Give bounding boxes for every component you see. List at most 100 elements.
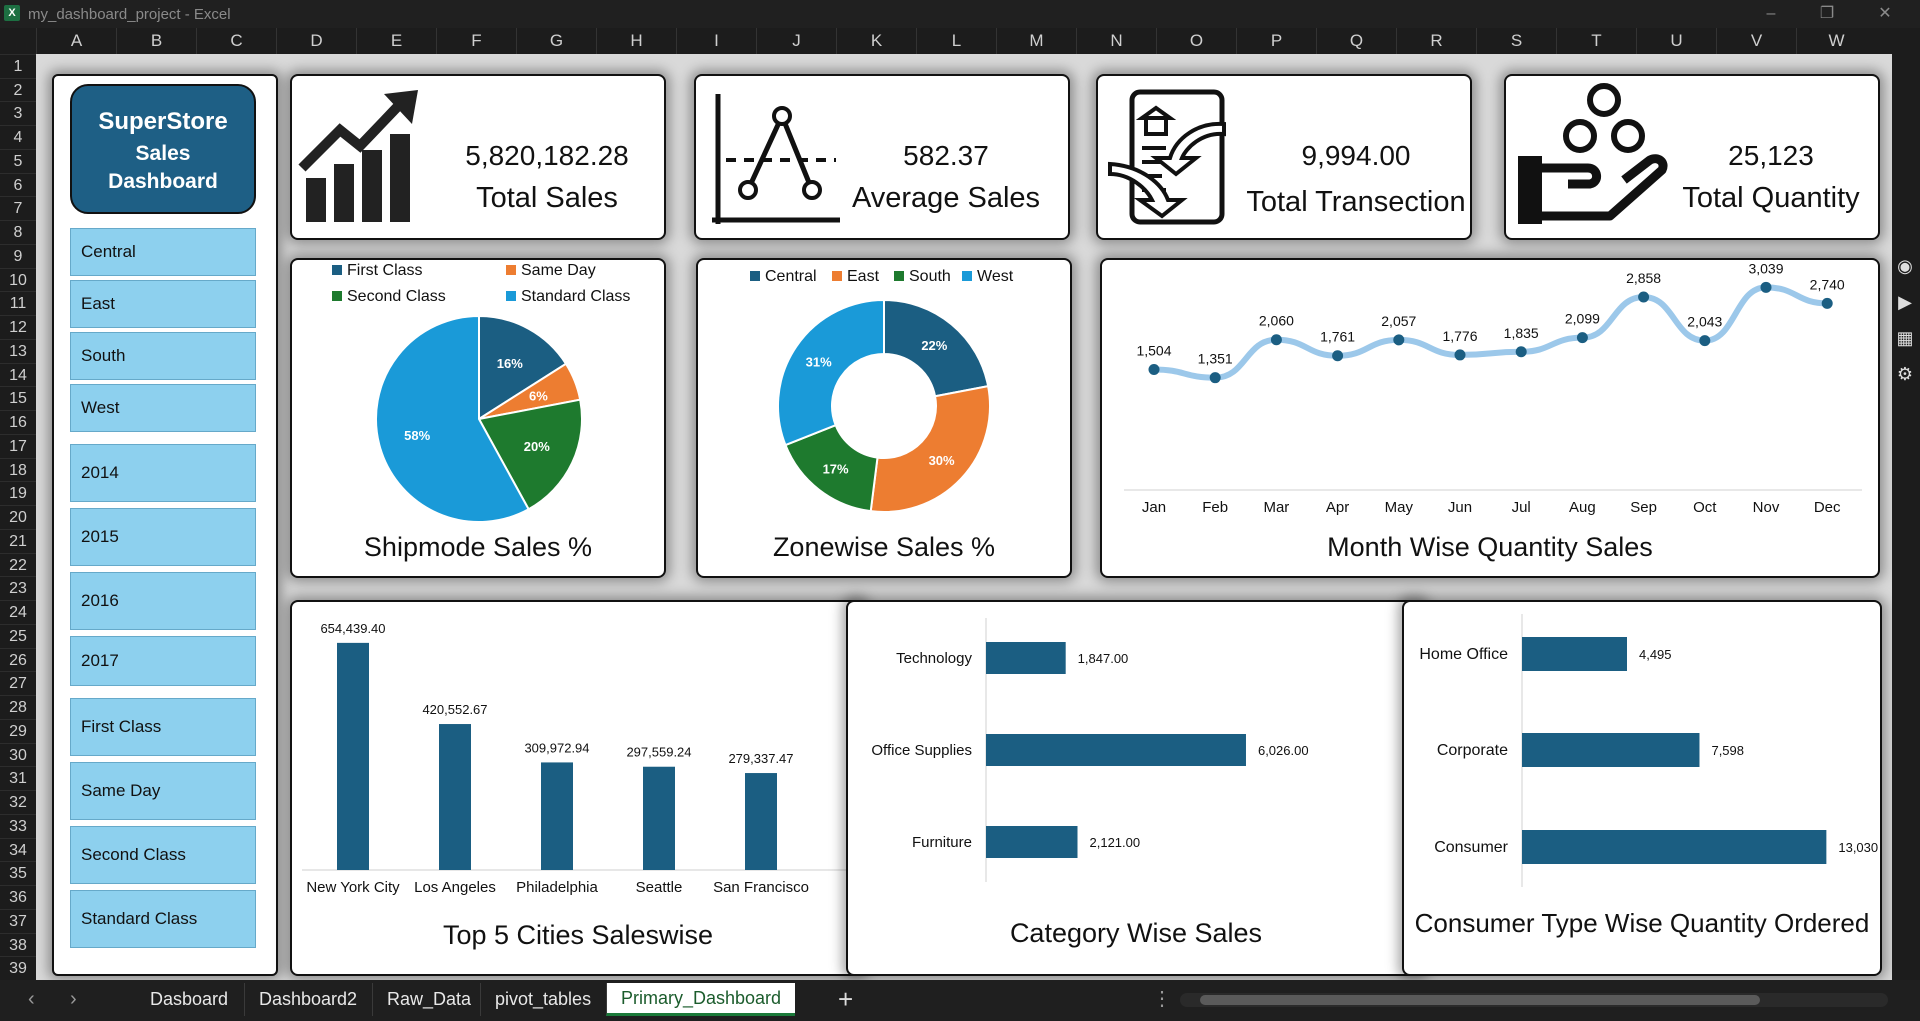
month-quantity-chart-card[interactable]: 1,504 Jan 1,351 Feb 2,060 Mar 1,761 Apr 2,057 May… (1100, 258, 1880, 578)
row-header[interactable]: 23 (0, 576, 36, 600)
row-header[interactable]: 24 (0, 600, 36, 624)
row-header[interactable]: 33 (0, 813, 36, 838)
column-header[interactable]: J (756, 28, 836, 54)
row-header[interactable]: 20 (0, 505, 36, 529)
select-all-corner[interactable] (0, 28, 36, 54)
row-header[interactable]: 18 (0, 457, 36, 482)
vertical-scrollbar[interactable] (1892, 54, 1920, 980)
column-header[interactable]: O (1156, 28, 1236, 54)
row-header[interactable]: 38 (0, 932, 36, 957)
settings-gear-icon[interactable]: ⚙ (1893, 364, 1917, 388)
row-header[interactable]: 36 (0, 885, 36, 909)
kpi-average-sales-card[interactable]: 582.37 Average Sales (694, 74, 1070, 240)
row-header[interactable]: 8 (0, 220, 36, 244)
tab-raw-data[interactable]: Raw_Data (372, 983, 485, 1016)
slicer-year-2014[interactable]: 2014 (70, 444, 256, 502)
tab-dashboard2[interactable]: Dashboard2 (244, 983, 371, 1016)
close-icon[interactable]: ✕ (1870, 3, 1900, 25)
row-header[interactable]: 34 (0, 837, 36, 862)
slicer-year-2017[interactable]: 2017 (70, 636, 256, 686)
column-header[interactable]: C (196, 28, 276, 54)
row-header[interactable]: 27 (0, 671, 36, 695)
slicer-year-2016[interactable]: 2016 (70, 572, 256, 630)
row-header[interactable]: 10 (0, 267, 36, 292)
kpi-total-sales-card[interactable]: 5,820,182.28 Total Sales (290, 74, 666, 240)
column-header[interactable]: V (1716, 28, 1796, 54)
row-header[interactable]: 22 (0, 552, 36, 577)
slicer-region-west[interactable]: West (70, 384, 256, 432)
row-header[interactable]: 9 (0, 243, 36, 268)
column-header[interactable]: L (916, 28, 996, 54)
column-header[interactable]: E (356, 28, 436, 54)
row-header[interactable]: 25 (0, 623, 36, 648)
row-header[interactable]: 16 (0, 410, 36, 434)
column-header[interactable]: F (436, 28, 516, 54)
column-header[interactable]: N (1076, 28, 1156, 54)
tab-dasboard[interactable]: Dasboard (136, 983, 242, 1016)
row-header[interactable]: 14 (0, 362, 36, 387)
row-header[interactable]: 21 (0, 528, 36, 553)
slicer-shipmode-first-class[interactable]: First Class (70, 698, 256, 756)
zonewise-sales-chart-card[interactable]: Central East South West 22% 30% 17% 31% Zon… (696, 258, 1072, 578)
row-header[interactable]: 17 (0, 433, 36, 458)
column-header[interactable]: S (1476, 28, 1556, 54)
worksheet-area[interactable]: SuperStore Sales Dashboard Central East … (36, 54, 1892, 980)
slicer-region-central[interactable]: Central (70, 228, 256, 276)
more-options-icon[interactable]: ⋮ (1152, 986, 1172, 1011)
column-header[interactable]: A (36, 28, 116, 54)
restore-icon[interactable]: ❐ (1812, 3, 1842, 25)
row-header[interactable]: 13 (0, 338, 36, 363)
row-header[interactable]: 12 (0, 315, 36, 339)
next-sheet-icon[interactable]: › (70, 988, 77, 1011)
slicer-shipmode-standard-class[interactable]: Standard Class (70, 890, 256, 948)
row-header[interactable]: 7 (0, 196, 36, 220)
column-header[interactable]: U (1636, 28, 1716, 54)
kpi-total-quantity-card[interactable]: 25,123 Total Quantity (1504, 74, 1880, 240)
horizontal-scroll-thumb[interactable] (1200, 995, 1760, 1005)
slicer-region-south[interactable]: South (70, 332, 256, 380)
column-header[interactable]: W (1796, 28, 1876, 54)
row-header[interactable]: 6 (0, 172, 36, 197)
row-header[interactable]: 2 (0, 77, 36, 102)
add-sheet-icon[interactable]: + (838, 984, 853, 1015)
row-header[interactable]: 35 (0, 861, 36, 885)
row-header[interactable]: 1 (0, 54, 36, 78)
row-header[interactable]: 5 (0, 148, 36, 173)
minimize-icon[interactable]: – (1756, 3, 1786, 25)
column-header[interactable]: P (1236, 28, 1316, 54)
slicer-year-2015[interactable]: 2015 (70, 508, 256, 566)
column-header[interactable]: K (836, 28, 916, 54)
row-header[interactable]: 26 (0, 647, 36, 672)
column-header[interactable]: B (116, 28, 196, 54)
camera-icon[interactable]: ◉ (1893, 256, 1917, 280)
category-sales-chart-card[interactable]: 1,847.00 Technology 6,026.00 Office Supplie… (846, 600, 1426, 976)
row-header[interactable]: 39 (0, 956, 36, 980)
row-header[interactable]: 31 (0, 766, 36, 790)
row-header[interactable]: 4 (0, 125, 36, 149)
row-header[interactable]: 28 (0, 695, 36, 719)
slicer-shipmode-same-day[interactable]: Same Day (70, 762, 256, 820)
slicer-shipmode-second-class[interactable]: Second Class (70, 826, 256, 884)
row-header[interactable]: 3 (0, 101, 36, 125)
slicer-region-east[interactable]: East (70, 280, 256, 328)
horizontal-scrollbar[interactable] (1180, 993, 1888, 1007)
tab-primary-dashboard[interactable]: Primary_Dashboard (606, 983, 796, 1016)
consumer-type-chart-card[interactable]: 4,495 Home Office 7,598 Corporate 13,030 Cons… (1402, 600, 1882, 976)
column-header[interactable]: D (276, 28, 356, 54)
row-header[interactable]: 15 (0, 386, 36, 410)
column-header[interactable]: M (996, 28, 1076, 54)
row-header[interactable]: 19 (0, 481, 36, 505)
column-header[interactable]: T (1556, 28, 1636, 54)
row-header[interactable]: 37 (0, 908, 36, 933)
kpi-total-transactions-card[interactable]: 9,994.00 Total Transection (1096, 74, 1472, 240)
prev-sheet-icon[interactable]: ‹ (28, 988, 35, 1011)
column-header[interactable]: Q (1316, 28, 1396, 54)
column-header[interactable]: I (676, 28, 756, 54)
row-header[interactable]: 29 (0, 718, 36, 743)
column-header[interactable]: H (596, 28, 676, 54)
row-header[interactable]: 11 (0, 291, 36, 315)
column-header[interactable]: R (1396, 28, 1476, 54)
top-cities-chart-card[interactable]: 654,439.40 New York City 420,552.67 Los Ang… (290, 600, 866, 976)
shipmode-sales-chart-card[interactable]: First Class Same Day Second Class Standa… (290, 258, 666, 578)
row-header[interactable]: 32 (0, 790, 36, 814)
